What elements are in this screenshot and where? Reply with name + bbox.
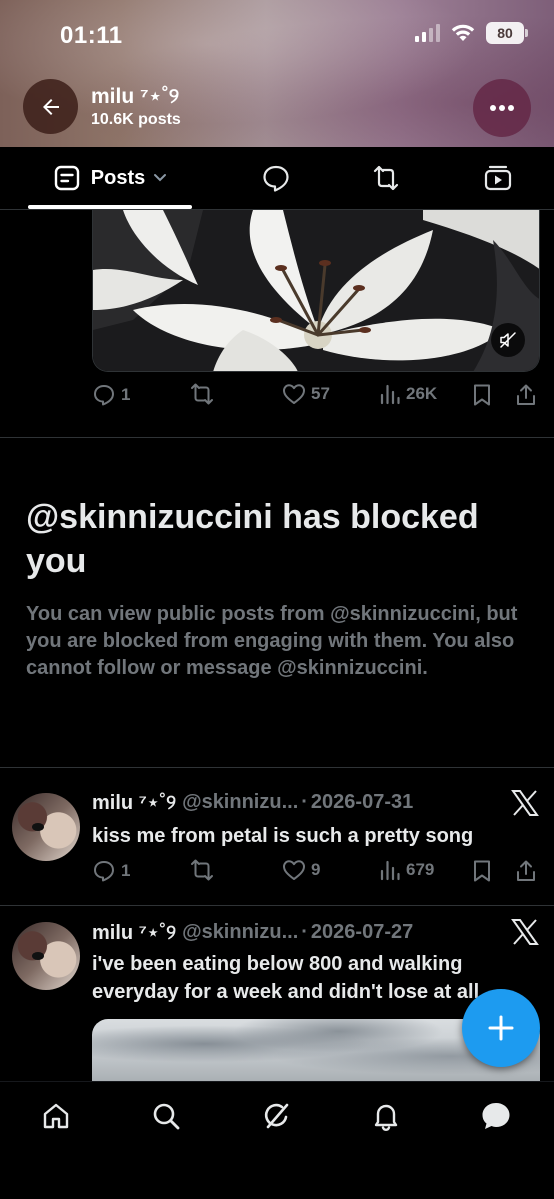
repost-button[interactable] [189,859,215,881]
profile-name: milu ⁷⋆˚୨ [91,85,180,108]
bookmark-icon [474,384,490,406]
tweet-date: 2026-07-27 [310,921,414,943]
tweet-author-handle[interactable]: @skinnizu... [182,791,298,814]
repost-icon [373,165,399,191]
nav-home[interactable] [26,1098,86,1134]
tweet-date: 2026-07-31 [310,791,414,813]
divider [0,767,554,768]
status-icons: 80 [415,22,528,44]
avatar[interactable] [12,922,80,990]
like-button[interactable]: 57 [282,383,330,405]
share-icon [517,860,535,881]
messages-icon [482,1103,510,1129]
share-button[interactable] [515,859,537,883]
tab-replies[interactable] [250,147,302,209]
tab-reposts[interactable] [360,147,412,209]
grok-icon [264,1103,289,1129]
compose-button[interactable] [462,989,540,1067]
reply-count: 1 [121,861,131,880]
tweet-author-name[interactable]: milu ⁷⋆˚୨ [92,790,176,815]
views-button[interactable]: 26K [379,383,437,405]
tweet-text: i've been eating below 800 and walking e… [92,953,480,1003]
nav-messages[interactable] [466,1098,526,1134]
avatar[interactable] [12,793,80,861]
battery-indicator: 80 [486,22,528,44]
x-logo-icon [511,919,539,945]
cellular-signal-icon [415,24,440,42]
bookmark-icon [474,860,490,882]
profile-tabs: Posts [0,147,554,210]
share-icon [517,384,535,405]
wifi-icon [451,24,475,41]
tweet-actions: 1 9 679 [92,859,540,889]
divider [0,437,554,438]
bookmark-button[interactable] [472,383,492,407]
status-time: 01:11 [60,22,123,49]
views-icon [380,384,400,405]
divider [0,905,554,906]
mute-button[interactable] [491,323,525,357]
heart-icon [283,384,305,404]
tab-posts[interactable]: Posts [28,147,192,209]
share-button[interactable] [515,383,537,407]
search-icon [153,1103,180,1130]
separator-dot: · [301,791,308,813]
tab-active-indicator [28,205,192,209]
repost-icon [191,859,213,881]
profile-posts-count: 10.6K posts [91,111,181,128]
muted-speaker-icon [500,332,516,348]
tweet-author-name[interactable]: milu ⁷⋆˚୨ [92,920,176,945]
lily-photo [93,210,539,371]
heart-icon [283,860,305,880]
reply-icon [94,861,114,882]
chevron-down-icon [154,174,167,182]
nav-grok[interactable] [246,1098,306,1134]
tweet-text: kiss me from petal is such a pretty song [92,825,474,847]
bookmark-button[interactable] [472,859,492,883]
like-count: 9 [311,860,321,879]
blocked-title: @skinnizuccini has blocked you [26,498,479,580]
more-button[interactable] [473,79,531,137]
posts-icon [54,165,79,191]
nav-notifications[interactable] [356,1098,416,1134]
bottom-nav [0,1081,554,1199]
views-button[interactable]: 679 [379,859,434,881]
more-icon [490,105,514,111]
nav-search[interactable] [136,1098,196,1134]
tab-media[interactable] [472,147,524,209]
plus-icon [488,1015,514,1041]
views-count: 26K [406,384,438,403]
back-button[interactable] [23,79,78,134]
reply-button[interactable]: 1 [92,859,130,883]
repost-button[interactable] [189,383,215,405]
tweet-header: milu ⁷⋆˚୨ @skinnizu... · 2026-07-27 [92,920,413,945]
reply-button[interactable]: 1 [92,383,130,407]
like-count: 57 [311,384,330,403]
media-icon [484,165,512,191]
home-icon [43,1103,69,1129]
like-button[interactable]: 9 [282,859,320,881]
repost-icon [191,383,213,405]
reply-count: 1 [121,385,131,404]
x-logo-icon [511,790,539,816]
post-media-image[interactable] [92,210,540,372]
blocked-description: You can view public posts from @skinnizu… [26,603,518,679]
post-actions: 1 57 26K [92,383,540,413]
bell-icon [374,1104,398,1132]
tab-posts-label: Posts [90,166,146,189]
tweet-header: milu ⁷⋆˚୨ @skinnizu... · 2026-07-31 [92,790,413,815]
tweet-author-handle[interactable]: @skinnizu... [182,921,298,944]
views-icon [380,860,400,881]
chat-bubble-icon [263,165,289,192]
reply-icon [94,385,114,406]
views-count: 679 [406,860,435,879]
separator-dot: · [301,921,308,943]
arrow-left-icon [42,98,59,115]
